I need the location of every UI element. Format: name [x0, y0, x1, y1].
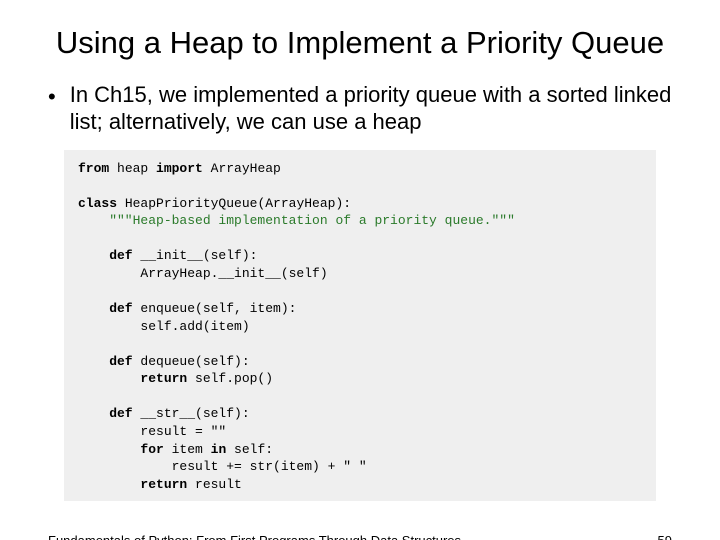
- code-kw: return: [78, 477, 187, 492]
- code-kw: return: [78, 371, 187, 386]
- code-block: from heap import ArrayHeap class HeapPri…: [64, 150, 656, 501]
- page-number: 59: [658, 533, 672, 540]
- code-text: self.pop(): [187, 371, 273, 386]
- code-text: dequeue(self):: [133, 354, 250, 369]
- bullet-item: • In Ch15, we implemented a priority que…: [48, 81, 672, 136]
- code-kw: def: [78, 248, 133, 263]
- code-text: ArrayHeap.__init__(self): [78, 266, 328, 281]
- code-kw: for: [78, 442, 164, 457]
- bullet-dot-icon: •: [48, 83, 56, 111]
- code-kw: def: [78, 354, 133, 369]
- slide-title: Using a Heap to Implement a Priority Que…: [40, 24, 680, 63]
- code-text: item: [164, 442, 211, 457]
- code-kw: class: [78, 196, 117, 211]
- code-text: self.add(item): [78, 319, 250, 334]
- code-text: ArrayHeap: [203, 161, 281, 176]
- code-kw: in: [211, 442, 227, 457]
- code-text: __str__(self):: [133, 406, 250, 421]
- bullet-text: In Ch15, we implemented a priority queue…: [70, 81, 672, 136]
- code-text: self:: [226, 442, 273, 457]
- code-kw: def: [78, 301, 133, 316]
- code-kw: from: [78, 161, 109, 176]
- code-text: HeapPriorityQueue(ArrayHeap):: [117, 196, 351, 211]
- slide: Using a Heap to Implement a Priority Que…: [0, 24, 720, 540]
- code-kw: import: [156, 161, 203, 176]
- code-text: enqueue(self, item):: [133, 301, 297, 316]
- footer-source: Fundamentals of Python: From First Progr…: [48, 533, 461, 540]
- code-text: result += str(item) + " ": [78, 459, 367, 474]
- code-text: __init__(self):: [133, 248, 258, 263]
- code-text: heap: [109, 161, 156, 176]
- code-text: result = "": [78, 424, 226, 439]
- code-kw: def: [78, 406, 133, 421]
- code-text: result: [187, 477, 242, 492]
- code-docstring: """Heap-based implementation of a priori…: [78, 213, 515, 228]
- footer: Fundamentals of Python: From First Progr…: [48, 533, 672, 540]
